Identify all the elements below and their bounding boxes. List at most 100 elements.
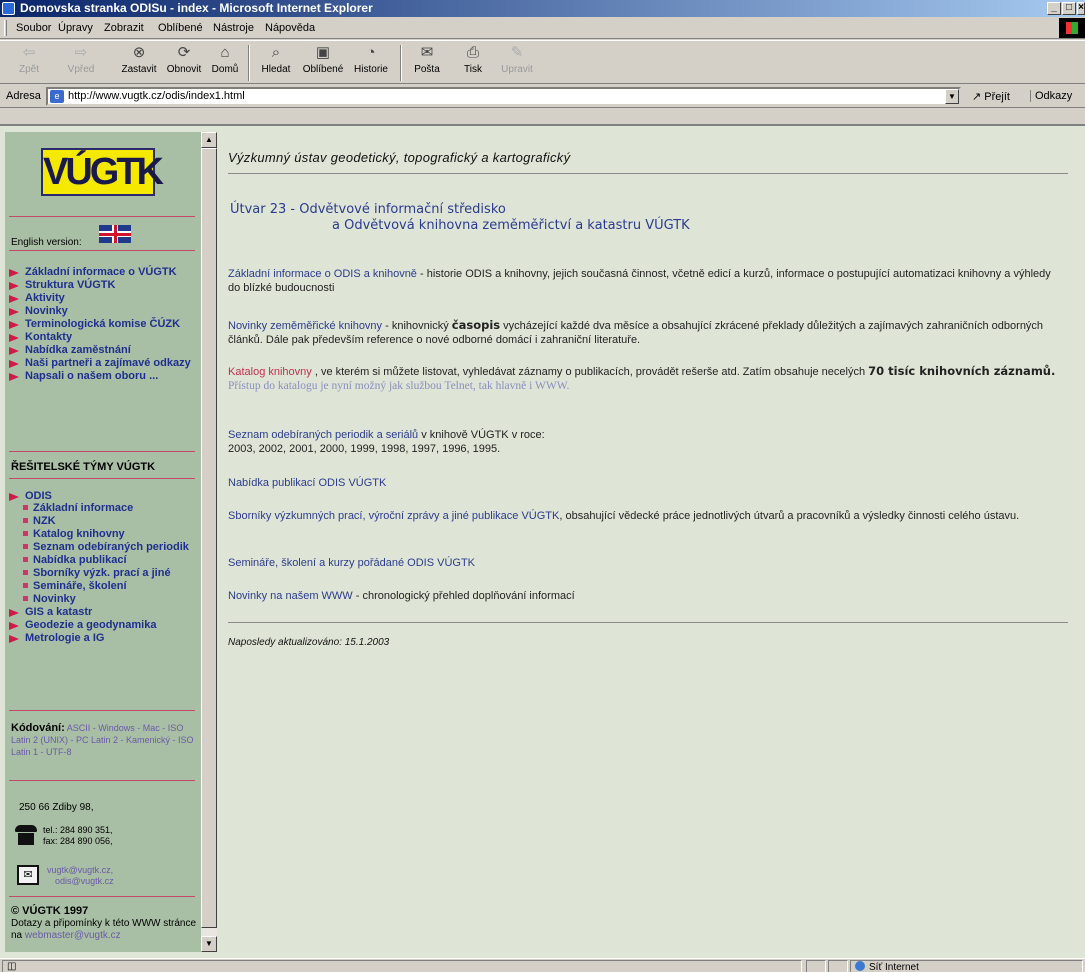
sidebar-scrollbar[interactable]: ▲ ▼ xyxy=(201,132,217,952)
vugtk-logo[interactable]: VÚGTK xyxy=(41,148,164,196)
nav-struktura[interactable]: Struktura VÚGTK xyxy=(9,279,195,291)
paragraph-katalog: Katalog knihovny , ve kterém si můžete l… xyxy=(228,364,1056,392)
nav-nabidka-zamestnani[interactable]: Nabídka zaměstnání xyxy=(9,344,195,356)
nav-novinky[interactable]: Novinky xyxy=(9,305,195,317)
stop-button[interactable]: ⊗ Zastavit xyxy=(118,44,160,75)
close-button[interactable]: × xyxy=(1077,2,1085,15)
nav-kontakty[interactable]: Kontakty xyxy=(9,331,195,343)
subnav-novinky[interactable]: Novinky xyxy=(21,593,195,605)
link-novinky-knihovny[interactable]: Novinky zeměměřické knihovny xyxy=(228,320,382,332)
nav-odis[interactable]: ODIS Základní informace NZK Katalog knih… xyxy=(9,490,195,605)
favorites-button[interactable]: ▣ Oblíbené xyxy=(300,44,346,75)
department-title: Útvar 23 - Odvětvové informační středisk… xyxy=(230,202,690,233)
paragraph-periodika: Seznam odebíraných periodik a seriálů v … xyxy=(228,429,545,455)
subnav-katalog[interactable]: Katalog knihovny xyxy=(21,528,195,540)
email-odis[interactable]: odis@vugtk.cz xyxy=(47,876,114,887)
divider xyxy=(9,780,195,781)
divider xyxy=(9,478,195,479)
mail-icon: ✉ xyxy=(420,44,434,61)
windows-logo-icon xyxy=(1059,18,1085,38)
nav-metrologie[interactable]: Metrologie a IG xyxy=(9,632,195,644)
email-vugtk[interactable]: vugtk@vugtk.cz, xyxy=(47,865,114,876)
nav-terminologicka-komise[interactable]: Terminologická komise ČÚZK xyxy=(9,318,195,330)
address-input[interactable]: e http://www.vugtk.cz/odis/index1.html ▼ xyxy=(46,87,961,106)
subnav-sborniky[interactable]: Sborníky výzk. prací a jiné xyxy=(21,567,195,579)
bullet-icon xyxy=(23,544,28,549)
favorites-icon: ▣ xyxy=(315,44,331,61)
link-seznam-periodik[interactable]: Seznam odebíraných periodik a seriálů xyxy=(228,429,418,441)
menu-oblibene[interactable]: Oblíbené xyxy=(158,22,203,34)
subnav-seznam-periodik[interactable]: Seznam odebíraných periodik xyxy=(21,541,195,553)
bullet-icon xyxy=(23,518,28,523)
scroll-up-arrow-icon[interactable]: ▲ xyxy=(201,132,217,148)
nav-gis-katastr[interactable]: GIS a katastr xyxy=(9,606,195,618)
menu-zobrazit[interactable]: Zobrazit xyxy=(104,22,144,34)
home-icon: ⌂ xyxy=(220,44,230,61)
go-button[interactable]: ↗ Přejít xyxy=(972,90,1010,103)
mail-button[interactable]: ✉ Pošta xyxy=(412,44,442,75)
globe-icon xyxy=(855,961,865,971)
subnav-seminare[interactable]: Semináře, školení xyxy=(21,580,195,592)
standard-toolbar: ⇦ Zpět ⇨ Vpřed ⊗ Zastavit ⟳ Obnovit ⌂ Do… xyxy=(0,40,1085,84)
encoding-block: Kódování: ASCII - Windows - Mac - ISO La… xyxy=(11,722,197,758)
address-label: Adresa xyxy=(6,90,41,102)
nav-geodezie[interactable]: Geodezie a geodynamika xyxy=(9,619,195,631)
odis-subnav: Základní informace NZK Katalog knihovny … xyxy=(21,502,195,605)
divider xyxy=(9,896,195,897)
menu-napoveda[interactable]: Nápověda xyxy=(265,22,315,34)
history-icon: ◔ xyxy=(366,44,376,61)
nav-partneri[interactable]: Naši partneři a zajímavé odkazy xyxy=(9,357,195,369)
link-nabidka-publikaci[interactable]: Nabídka publikací ODIS VÚGTK xyxy=(228,477,386,489)
maximize-button[interactable]: □ xyxy=(1062,2,1076,15)
search-icon: ⌕ xyxy=(271,44,281,61)
address-url: http://www.vugtk.cz/odis/index1.html xyxy=(68,90,245,102)
bullet-icon xyxy=(23,596,28,601)
status-segment xyxy=(828,960,848,972)
home-button[interactable]: ⌂ Domů xyxy=(210,44,240,75)
uk-flag-icon[interactable] xyxy=(99,225,131,243)
catalog-access-note: Přístup do katalogu je nyní možný jak sl… xyxy=(228,380,570,392)
postal-address: 250 66 Zdiby 98, xyxy=(19,802,94,813)
bullet-icon xyxy=(23,583,28,588)
chevron-down-icon[interactable]: ▼ xyxy=(945,89,959,104)
scroll-down-arrow-icon[interactable]: ▼ xyxy=(201,936,217,952)
link-novinky-www[interactable]: Novinky na našem WWW xyxy=(228,590,353,602)
links-button[interactable]: Odkazy xyxy=(1030,90,1072,102)
window-title-bar[interactable]: Domovska stranka ODISu - index - Microso… xyxy=(0,0,1085,17)
minimize-button[interactable]: _ xyxy=(1047,2,1061,15)
page-done-icon: ◫ xyxy=(7,961,17,972)
paragraph-novinky: Novinky zeměměřické knihovny - knihovnic… xyxy=(228,318,1044,346)
divider xyxy=(228,622,1068,623)
paragraph-seminare: Semináře, školení a kurzy pořádané ODIS … xyxy=(228,556,1066,570)
print-button[interactable]: ⎙ Tisk xyxy=(460,44,486,75)
link-zakladni-informace[interactable]: Základní informace o ODIS a knihovně xyxy=(228,268,417,280)
link-sborniky[interactable]: Sborníky výzkumných prací, výroční zpráv… xyxy=(228,510,559,522)
teams-nav: ODIS Základní informace NZK Katalog knih… xyxy=(9,490,195,645)
arrow-icon xyxy=(9,347,19,355)
history-button[interactable]: ◔ Historie xyxy=(350,44,392,75)
menu-upravy[interactable]: Úpravy xyxy=(58,22,93,34)
menu-nastroje[interactable]: Nástroje xyxy=(213,22,254,34)
bullet-icon xyxy=(23,505,28,510)
nav-aktivity[interactable]: Aktivity xyxy=(9,292,195,304)
link-seminare[interactable]: Semináře, školení a kurzy pořádané ODIS … xyxy=(228,557,475,569)
link-katalog-knihovny[interactable]: Katalog knihovny xyxy=(228,366,312,378)
subnav-nzk[interactable]: NZK xyxy=(21,515,195,527)
nav-napsali[interactable]: Napsali o našem oboru ... xyxy=(9,370,195,382)
scroll-thumb[interactable] xyxy=(201,148,217,928)
back-button[interactable]: ⇦ Zpět xyxy=(14,44,44,75)
arrow-icon xyxy=(9,321,19,329)
edit-button[interactable]: ✎ Upravit xyxy=(500,44,534,75)
paragraph-zakladni-informace: Základní informace o ODIS a knihovně - h… xyxy=(228,268,1051,294)
refresh-button[interactable]: ⟳ Obnovit xyxy=(164,44,204,75)
forward-button[interactable]: ⇨ Vpřed xyxy=(64,44,98,75)
ie-icon xyxy=(2,2,15,15)
arrow-icon xyxy=(9,334,19,342)
search-button[interactable]: ⌕ Hledat xyxy=(258,44,294,75)
subnav-zakladni-informace[interactable]: Základní informace xyxy=(21,502,195,514)
subnav-nabidka-publikaci[interactable]: Nabídka publikací xyxy=(21,554,195,566)
nav-zakladni-informace[interactable]: Základní informace o VÚGTK xyxy=(9,266,195,278)
webmaster-link[interactable]: webmaster@vugtk.cz xyxy=(25,930,121,941)
menu-soubor[interactable]: Soubor xyxy=(16,22,51,34)
content-area: VÚGTK English version: Základní informac… xyxy=(0,124,1085,958)
